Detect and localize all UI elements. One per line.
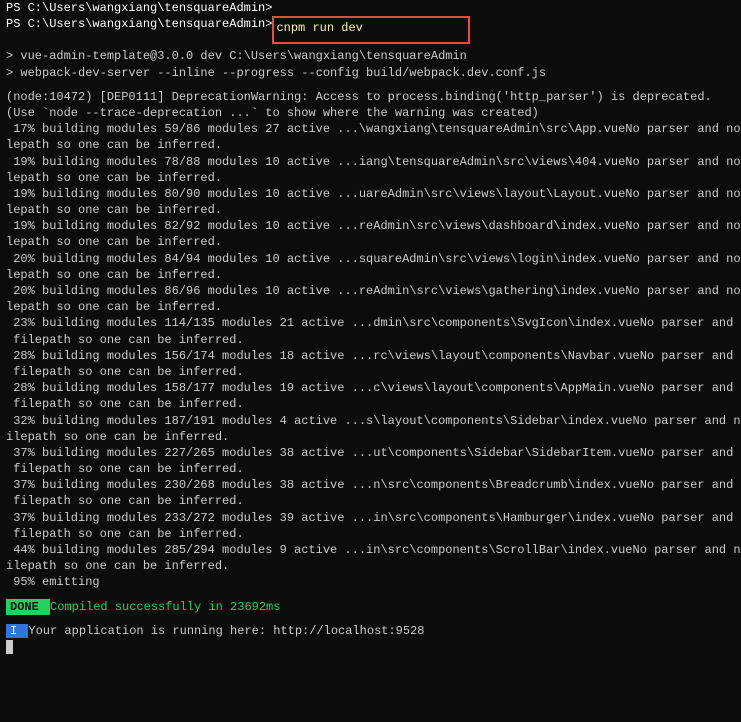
- build-progress-line: 19% building modules 80/90 modules 10 ac…: [6, 186, 735, 202]
- build-progress-line: lepath so one can be inferred.: [6, 267, 735, 283]
- build-progress-line: 37% building modules 230/268 modules 38 …: [6, 477, 735, 493]
- terminal-window[interactable]: PS C:\Users\wangxiang\tensquareAdmin> PS…: [0, 0, 741, 655]
- build-progress-line: ilepath so one can be inferred.: [6, 429, 735, 445]
- deprecation-warning-2: (Use `node --trace-deprecation ...` to s…: [6, 105, 735, 121]
- prompt-line-1: PS C:\Users\wangxiang\tensquareAdmin>: [6, 0, 735, 16]
- build-progress-line: 44% building modules 285/294 modules 9 a…: [6, 542, 735, 558]
- build-progress-line: 20% building modules 86/96 modules 10 ac…: [6, 283, 735, 299]
- compiled-text: Compiled successfully in 23692ms: [50, 600, 280, 614]
- deprecation-warning-1: (node:10472) [DEP0111] DeprecationWarnin…: [6, 89, 735, 105]
- prompt-path: PS C:\Users\wangxiang\tensquareAdmin>: [6, 16, 272, 44]
- done-line: DONE Compiled successfully in 23692ms: [6, 599, 735, 615]
- build-progress-line: filepath so one can be inferred.: [6, 332, 735, 348]
- build-progress-line: 19% building modules 82/92 modules 10 ac…: [6, 218, 735, 234]
- build-progress-line: filepath so one can be inferred.: [6, 493, 735, 509]
- build-progress-line: lepath so one can be inferred.: [6, 234, 735, 250]
- build-progress-line: 19% building modules 78/88 modules 10 ac…: [6, 154, 735, 170]
- info-badge: I: [6, 624, 28, 638]
- prompt-cursor-line[interactable]: [6, 639, 735, 655]
- prompt-line-2: PS C:\Users\wangxiang\tensquareAdmin> cn…: [6, 16, 735, 44]
- build-progress-line: filepath so one can be inferred.: [6, 526, 735, 542]
- build-progress-line: 20% building modules 84/94 modules 10 ac…: [6, 251, 735, 267]
- build-progress-line: lepath so one can be inferred.: [6, 299, 735, 315]
- build-progress-line: 28% building modules 156/174 modules 18 …: [6, 348, 735, 364]
- done-badge: DONE: [6, 599, 50, 615]
- script-header-1: > vue-admin-template@3.0.0 dev C:\Users\…: [6, 48, 735, 64]
- build-progress-line: lepath so one can be inferred.: [6, 170, 735, 186]
- build-progress-line: filepath so one can be inferred.: [6, 461, 735, 477]
- command-text: cnpm run dev: [276, 21, 362, 35]
- build-progress-line: filepath so one can be inferred.: [6, 396, 735, 412]
- build-progress-line: filepath so one can be inferred.: [6, 364, 735, 380]
- build-progress-line: 28% building modules 158/177 modules 19 …: [6, 380, 735, 396]
- command-highlight-box: cnpm run dev: [272, 16, 469, 44]
- script-header-2: > webpack-dev-server --inline --progress…: [6, 65, 735, 81]
- build-progress-line: ilepath so one can be inferred.: [6, 558, 735, 574]
- build-progress-line: 17% building modules 59/86 modules 27 ac…: [6, 121, 735, 137]
- build-progress-line: lepath so one can be inferred.: [6, 202, 735, 218]
- terminal-cursor: [6, 640, 13, 654]
- build-progress-line: 23% building modules 114/135 modules 21 …: [6, 315, 735, 331]
- build-progress-line: 37% building modules 233/272 modules 39 …: [6, 510, 735, 526]
- info-line: I Your application is running here: http…: [6, 623, 735, 639]
- prompt-path: PS C:\Users\wangxiang\tensquareAdmin>: [6, 0, 272, 16]
- build-progress-line: lepath so one can be inferred.: [6, 137, 735, 153]
- build-progress-line: 95% emitting: [6, 574, 735, 590]
- app-running-text: Your application is running here: http:/…: [28, 624, 424, 638]
- build-progress-line: 37% building modules 227/265 modules 38 …: [6, 445, 735, 461]
- build-progress-line: 32% building modules 187/191 modules 4 a…: [6, 413, 735, 429]
